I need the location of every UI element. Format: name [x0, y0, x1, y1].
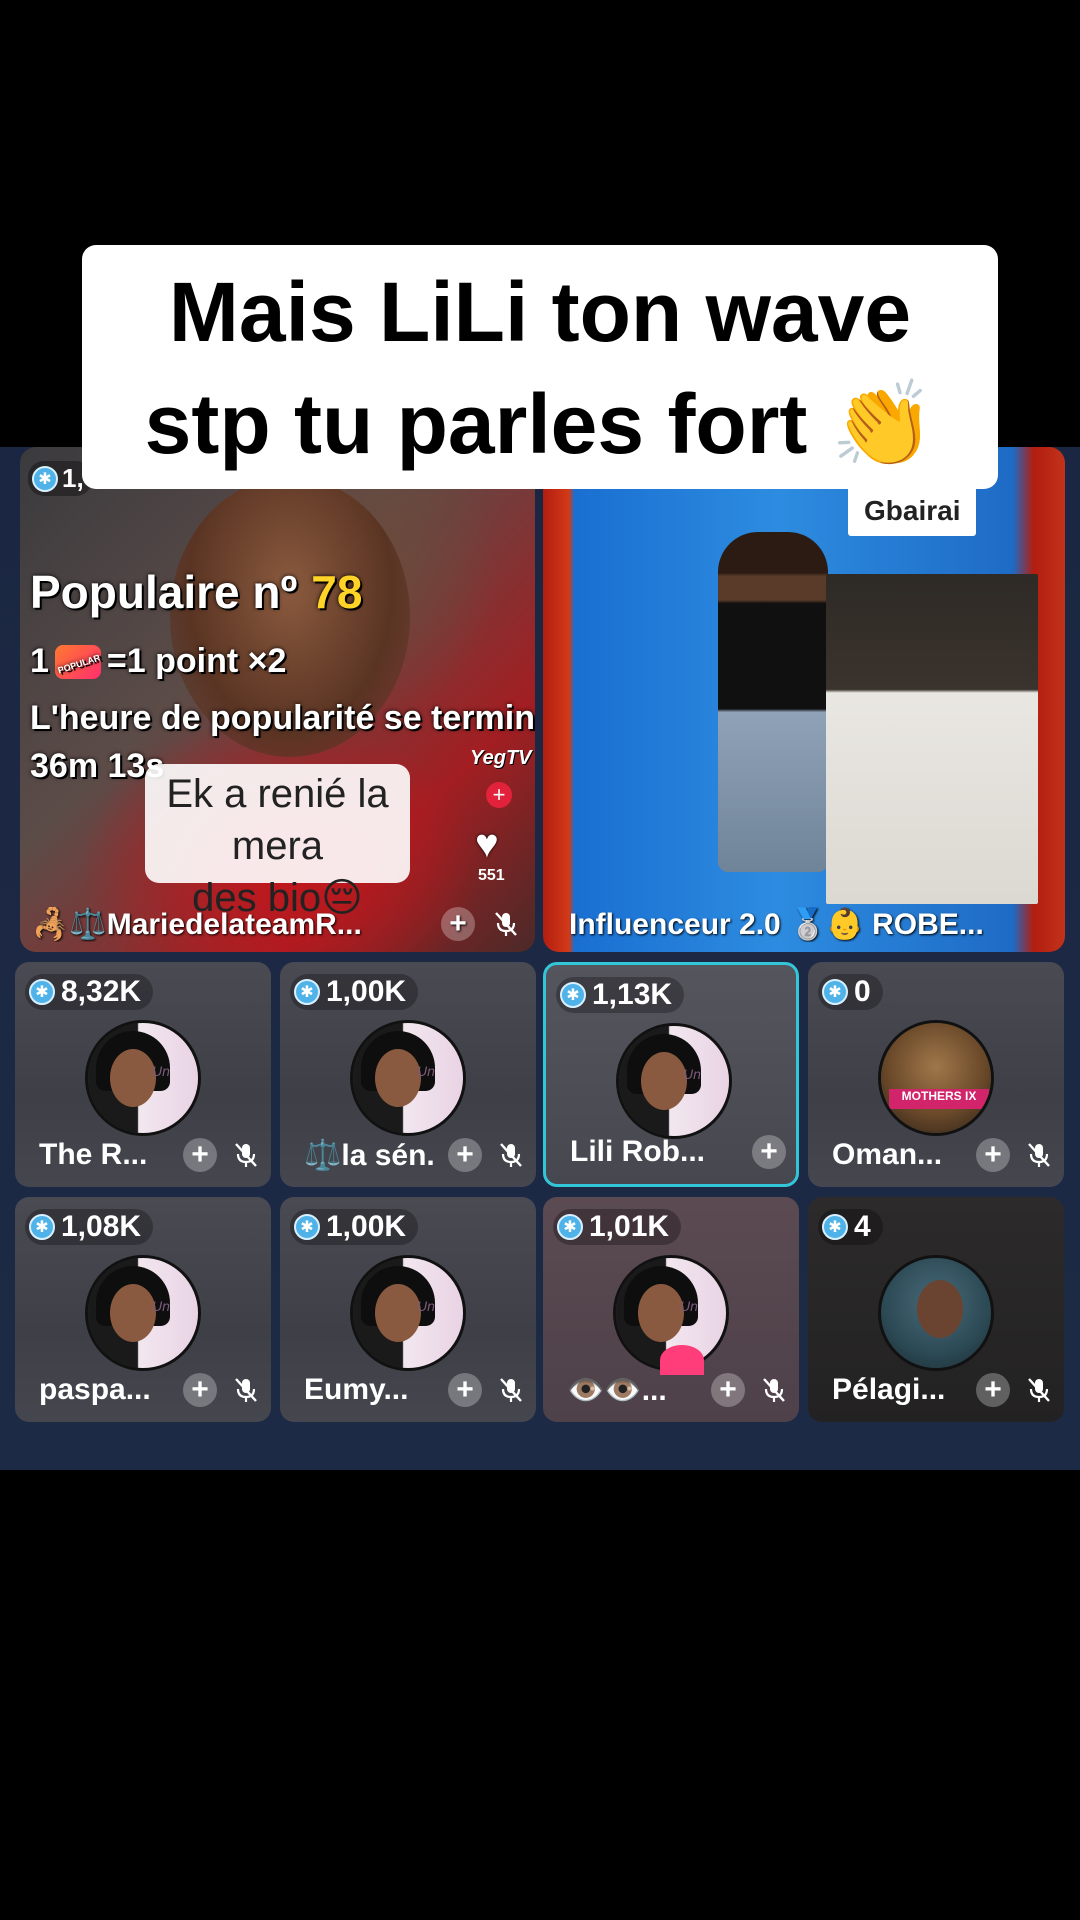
star-badge-icon: ✱ — [557, 1214, 583, 1240]
mic-off-icon — [495, 912, 517, 936]
slot-count: 8,32K — [61, 975, 142, 1008]
guest-name[interactable]: Influenceur 2.0 🥈👶 ROBE... — [569, 907, 984, 942]
count-pill: ✱ 1,01K — [553, 1209, 682, 1245]
follow-plus-button[interactable]: + — [183, 1138, 217, 1172]
slot-name: Lili Rob... — [570, 1135, 705, 1168]
mic-off-icon — [235, 1143, 257, 1167]
avatar[interactable]: Un — [350, 1255, 466, 1371]
star-badge-icon: ✱ — [294, 979, 320, 1005]
guest-label-bar: Influenceur 2.0 🥈👶 ROBE... — [543, 899, 1065, 949]
avatar[interactable] — [878, 1255, 994, 1371]
avatar[interactable]: Un — [350, 1020, 466, 1136]
popular-rule-left: 1 — [30, 642, 49, 680]
count-pill: ✱ 1,00K — [290, 1209, 419, 1245]
follow-plus-button[interactable]: + — [976, 1138, 1010, 1172]
count-pill: ✱ 1,08K — [25, 1209, 154, 1245]
slot-count: 1,01K — [589, 1210, 670, 1243]
slot-footer: Eumy... + — [280, 1370, 536, 1410]
follow-plus-button[interactable]: + — [441, 907, 475, 941]
popular-rule: 1 POPULAR =1 point ×2 — [30, 642, 286, 681]
inset-photo — [826, 574, 1038, 904]
count-pill: ✱ 1,13K — [556, 977, 685, 1013]
yegtv-logo: YegTV — [470, 747, 532, 769]
guest-slot[interactable]: ✱ 1,08K Un paspa... + — [15, 1197, 271, 1422]
star-badge-icon: ✱ — [29, 1214, 55, 1240]
star-badge-icon: ✱ — [294, 1214, 320, 1240]
gbairai-badge: Gbairai — [848, 486, 977, 536]
guest-slot[interactable]: ✱ 4 Pélagi... + — [808, 1197, 1064, 1422]
mic-off-icon — [500, 1143, 522, 1167]
avatar[interactable]: Un — [616, 1023, 732, 1139]
host-name[interactable]: 🦂⚖️MariedelateamR... — [32, 907, 425, 942]
popular-rule-right: =1 point ×2 — [106, 642, 287, 680]
host-caption-bubble: Ek a renié la mera des bio😔 — [145, 764, 410, 920]
caption-line-1: Mais LiLi ton wave — [168, 265, 912, 359]
guest-slot[interactable]: ✱1,00K Un ⚖️la sén... + — [280, 962, 536, 1187]
slot-name: The R... — [39, 1138, 148, 1171]
mic-off-icon — [500, 1378, 522, 1402]
popularity-ends-text: L'heure de popularité se termine dans : — [30, 699, 535, 737]
follow-plus-button[interactable]: + — [448, 1373, 482, 1407]
slot-count: 0 — [854, 975, 871, 1008]
slot-name: ⚖️la sén... — [304, 1138, 434, 1172]
follow-plus-button[interactable]: + — [448, 1138, 482, 1172]
slot-footer: 👁️👁️... + — [543, 1370, 799, 1410]
slot-footer: Pélagi... + — [808, 1370, 1064, 1410]
slot-footer: Lili Rob... + — [546, 1132, 796, 1172]
guest-slot-active[interactable]: ✱ 1,13K Un Lili Rob... + — [543, 962, 799, 1187]
slot-name: paspa... — [39, 1373, 151, 1406]
slot-count: 1,13K — [592, 978, 673, 1011]
host-video-tile[interactable]: ✱ 1, Populaire nº 78 1 POPULAR =1 point ×… — [20, 447, 535, 952]
host-label-bar: 🦂⚖️MariedelateamR... + — [20, 899, 535, 949]
caption-line-2: stp tu parles fort 👏 — [144, 377, 936, 471]
count-pill: ✱ 8,32K — [25, 974, 154, 1010]
slot-name: Eumy... — [304, 1373, 409, 1406]
avatar[interactable]: Un — [85, 1255, 201, 1371]
guest-slot[interactable]: ✱ 0 MOTHERS IX Oman... + — [808, 962, 1064, 1187]
popular-rank-title: Populaire nº 78 — [30, 565, 362, 619]
count-pill: ✱ 1,00K — [290, 974, 419, 1010]
slot-count: 1,00K — [326, 975, 407, 1008]
slot-name: 👁️👁️... — [567, 1373, 667, 1407]
brand-plus-button[interactable]: + — [486, 782, 512, 808]
slot-count: 4 — [854, 1210, 871, 1243]
follow-plus-button[interactable]: + — [752, 1135, 786, 1169]
slot-count: 1,08K — [61, 1210, 142, 1243]
guest-video-tile[interactable]: Gbairai Influenceur 2.0 🥈👶 ROBE... — [543, 447, 1065, 952]
star-badge-icon: ✱ — [29, 979, 55, 1005]
guest-slot[interactable]: ✱ 1,01K Un 👁️👁️... + — [543, 1197, 799, 1422]
count-pill: ✱ 4 — [818, 1209, 883, 1245]
slot-count: 1,00K — [326, 1210, 407, 1243]
heart-icon[interactable]: ♥ — [475, 822, 499, 867]
count-pill: ✱ 0 — [818, 974, 883, 1010]
slot-name: Pélagi... — [832, 1373, 946, 1406]
mic-off-icon — [1028, 1143, 1050, 1167]
mic-off-icon — [235, 1378, 257, 1402]
star-badge-icon: ✱ — [560, 982, 586, 1008]
slot-footer: ⚖️la sén... + — [280, 1135, 536, 1175]
popular-title-text: Populaire nº — [30, 566, 298, 618]
avatar[interactable]: Un — [85, 1020, 201, 1136]
guest-slot[interactable]: ✱ 8,32K Un The R... + — [15, 962, 271, 1187]
popular-icon: POPULAR — [54, 644, 102, 679]
follow-plus-button[interactable]: + — [183, 1373, 217, 1407]
host-caption-line1: Ek a renié la mera — [166, 772, 389, 868]
follow-plus-button[interactable]: + — [976, 1373, 1010, 1407]
guest-video-figure — [718, 532, 828, 872]
avatar-label: MOTHERS IX — [889, 1089, 989, 1109]
guest-slot[interactable]: ✱ 1,00K Un Eumy... + — [280, 1197, 536, 1422]
slot-footer: paspa... + — [15, 1370, 271, 1410]
popular-icon-text: POPULAR — [56, 651, 102, 676]
popular-rank-number: 78 — [311, 566, 363, 618]
like-count: 551 — [478, 867, 505, 884]
star-badge-icon: ✱ — [822, 1214, 848, 1240]
follow-plus-button[interactable]: + — [711, 1373, 745, 1407]
avatar[interactable]: MOTHERS IX — [878, 1020, 994, 1136]
slot-footer: Oman... + — [808, 1135, 1064, 1175]
slot-name: Oman... — [832, 1138, 943, 1171]
star-badge-icon: ✱ — [822, 979, 848, 1005]
mic-off-icon — [1028, 1378, 1050, 1402]
slot-footer: The R... + — [15, 1135, 271, 1175]
mic-off-icon — [763, 1378, 785, 1402]
